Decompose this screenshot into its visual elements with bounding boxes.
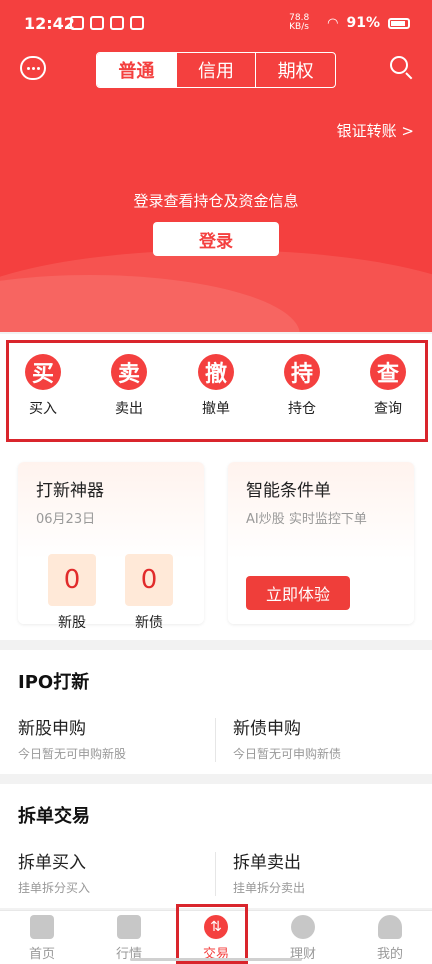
tab-label: 我的 <box>376 947 403 962</box>
action-label: 撤单 <box>202 401 230 417</box>
position-icon: 持 <box>284 354 320 390</box>
search-icon[interactable] <box>390 56 413 80</box>
trade-actions: 买 买入 卖 卖出 撤 撤单 持 持仓 查 查询 <box>0 334 432 444</box>
item-title: 新债申购 <box>233 719 301 739</box>
tab-label: 首页 <box>28 947 55 962</box>
new-bond-count: 0 <box>125 554 173 606</box>
action-label: 卖出 <box>115 401 143 417</box>
status-right: 78.8 KB/s ◠ 91% <box>289 14 410 32</box>
smart-order-card[interactable]: 智能条件单 AI炒股 实时监控下单 立即体验 <box>228 462 414 624</box>
message-icon[interactable] <box>20 56 46 80</box>
new-bond-label: 新债 <box>135 615 163 631</box>
divider <box>215 852 216 896</box>
action-cancel[interactable]: 撤 撤单 <box>186 354 246 418</box>
cancel-icon: 撤 <box>198 354 234 390</box>
login-button[interactable]: 登录 <box>153 222 279 256</box>
card-title: 打新神器 <box>36 481 104 501</box>
split-trade-section: 拆单交易 拆单买入 挂单拆分买入 拆单卖出 挂单拆分卖出 <box>0 784 432 908</box>
feature-cards: 打新神器 06月23日 0 新股 0 新债 智能条件单 AI炒股 实时监控下单 … <box>0 444 432 640</box>
item-desc: 挂单拆分买入 <box>18 881 91 895</box>
action-label: 买入 <box>29 401 57 417</box>
divider <box>215 718 216 762</box>
action-label: 持仓 <box>288 401 316 417</box>
buy-icon: 买 <box>25 354 61 390</box>
notification-icon <box>90 16 104 30</box>
tab-credit[interactable]: 信用 <box>177 53 257 87</box>
new-bond-subscribe[interactable]: 新债申购 今日暂无可申购新债 <box>233 714 341 762</box>
item-title: 新股申购 <box>18 719 86 739</box>
new-stock-label: 新股 <box>58 615 86 631</box>
new-stock-count: 0 <box>48 554 96 606</box>
try-now-button[interactable]: 立即体验 <box>246 576 350 610</box>
action-buy[interactable]: 买 买入 <box>13 354 73 418</box>
item-title: 拆单卖出 <box>233 853 301 873</box>
home-icon <box>30 915 54 939</box>
section-title: IPO打新 <box>18 672 90 693</box>
split-sell[interactable]: 拆单卖出 挂单拆分卖出 <box>233 848 305 896</box>
home-indicator <box>130 958 302 961</box>
item-desc: 挂单拆分卖出 <box>233 881 306 895</box>
tab-normal[interactable]: 普通 <box>97 53 177 87</box>
notification-icon <box>130 16 144 30</box>
tab-home[interactable]: 首页 <box>7 915 77 962</box>
ipo-section: IPO打新 新股申购 今日暂无可申购新股 新债申购 今日暂无可申购新债 <box>0 650 432 774</box>
action-sell[interactable]: 卖 卖出 <box>99 354 159 418</box>
battery-icon <box>388 17 410 29</box>
notification-icon <box>70 16 84 30</box>
bank-transfer-link[interactable]: 银证转账 > <box>337 120 414 141</box>
account-type-tabs: 普通 信用 期权 <box>96 52 336 88</box>
tab-mine[interactable]: 我的 <box>355 915 425 962</box>
battery-level: 91% <box>346 15 380 31</box>
status-time: 12:42 <box>24 14 75 33</box>
item-title: 拆单买入 <box>18 853 86 873</box>
ipo-tool-card[interactable]: 打新神器 06月23日 0 新股 0 新债 <box>18 462 204 631</box>
tab-options[interactable]: 期权 <box>256 53 335 87</box>
action-position[interactable]: 持 持仓 <box>272 354 332 418</box>
card-date: 06月23日 <box>36 512 96 527</box>
tab-wealth[interactable]: 理财 <box>268 915 338 962</box>
notification-icons <box>70 16 144 30</box>
wifi-icon: ◠ <box>327 15 339 31</box>
new-stock-subscribe[interactable]: 新股申购 今日暂无可申购新股 <box>18 714 126 762</box>
card-title: 智能条件单 <box>246 481 331 501</box>
action-query[interactable]: 查 查询 <box>358 354 418 418</box>
query-icon: 查 <box>370 354 406 390</box>
split-buy[interactable]: 拆单买入 挂单拆分买入 <box>18 848 90 896</box>
status-bar: 12:42 78.8 KB/s ◠ 91% <box>0 0 432 50</box>
item-desc: 今日暂无可申购新股 <box>18 747 127 761</box>
user-icon <box>378 915 402 939</box>
item-desc: 今日暂无可申购新债 <box>233 747 342 761</box>
sell-icon: 卖 <box>111 354 147 390</box>
network-speed: 78.8 KB/s <box>289 13 310 32</box>
card-subtitle: AI炒股 实时监控下单 <box>246 512 367 527</box>
tab-market[interactable]: 行情 <box>94 915 164 962</box>
highlight-frame <box>176 904 248 964</box>
login-tip: 登录查看持仓及资金信息 <box>133 192 299 210</box>
notification-icon <box>110 16 124 30</box>
action-label: 查询 <box>374 401 402 417</box>
wealth-icon <box>291 915 315 939</box>
section-title: 拆单交易 <box>18 806 90 827</box>
chart-icon <box>117 915 141 939</box>
